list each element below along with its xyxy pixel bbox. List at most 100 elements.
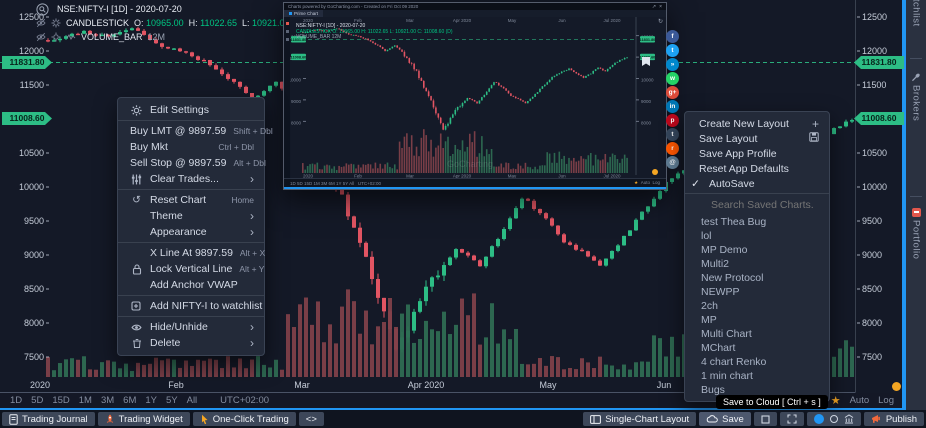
timeframe-15d[interactable]: 15D — [52, 395, 69, 406]
single-chart-layout-button[interactable]: Single-Chart Layout — [583, 412, 696, 426]
preview-window-tabbar: Prime Chart — [284, 10, 666, 17]
square-icon — [761, 415, 770, 424]
telegram-share-icon[interactable]: » — [666, 58, 679, 71]
menu-item-buy-lmt[interactable]: Buy LMT @ 9897.59 Shift + Dbl — [118, 123, 264, 139]
timeframe-1m[interactable]: 1M — [79, 395, 92, 406]
camera-icon[interactable] — [814, 414, 824, 424]
svg-text:Mar: Mar — [294, 380, 310, 390]
volume-settings-gear-icon[interactable] — [51, 32, 61, 42]
save-button[interactable]: Save — [699, 412, 751, 426]
publish-button[interactable]: Publish — [864, 412, 924, 426]
preview-left-toolbar — [284, 17, 290, 189]
reddit-share-icon[interactable]: r — [666, 142, 679, 155]
sidebar-tab-watchlist[interactable]: Watchlist — [906, 0, 926, 27]
timeframe-5y[interactable]: 5Y — [166, 395, 178, 406]
saved-chart-item[interactable]: MChart — [685, 341, 829, 355]
googleplus-share-icon[interactable]: g+ — [666, 86, 679, 99]
menu-item-add-anchor-vwap[interactable]: Add Anchor VWAP — [118, 277, 264, 293]
menu-item-sell-stop[interactable]: Sell Stop @ 9897.59 Alt + Dbl — [118, 155, 264, 171]
saved-charts-search[interactable] — [685, 197, 829, 213]
menu-item-save-app-profile[interactable]: Save App Profile — [685, 146, 829, 161]
favorite-star-icon[interactable]: ★ — [831, 394, 841, 407]
svg-text:7500: 7500 — [862, 352, 882, 362]
journal-icon — [9, 414, 18, 425]
trading-journal-button[interactable]: Trading Journal — [2, 412, 95, 426]
target-icon[interactable] — [830, 415, 838, 423]
symbol-search-icon[interactable] — [36, 3, 49, 16]
svg-text:Mar: Mar — [406, 18, 414, 23]
sidebar-tab-portfolio[interactable]: Portfolio — [906, 208, 926, 259]
code-button[interactable]: <> — [299, 412, 324, 426]
menu-item-edit-settings[interactable]: Edit Settings — [118, 102, 264, 118]
saved-chart-item[interactable]: MP Demo — [685, 243, 829, 257]
window-expand-icon[interactable]: ↗ — [652, 4, 656, 10]
saved-chart-item[interactable]: Multi2 — [685, 257, 829, 271]
menu-item-lock-vertical-line[interactable]: Lock Vertical Line Alt + Y — [118, 261, 264, 277]
pinterest-share-icon[interactable]: p — [666, 114, 679, 127]
svg-text:Apr 2020: Apr 2020 — [408, 380, 445, 390]
series-settings-gear-icon[interactable] — [51, 18, 61, 28]
email-share-icon[interactable]: @ — [666, 156, 679, 169]
menu-item-reset-chart[interactable]: ↺ Reset Chart Home — [118, 192, 264, 208]
menu-item-clear-trades[interactable]: Clear Trades... › — [118, 171, 264, 187]
menu-item-hide-unhide[interactable]: Hide/Unhide › — [118, 319, 264, 335]
saved-chart-item[interactable]: NEWPP — [685, 285, 829, 299]
timezone-label[interactable]: UTC+02:00 — [220, 395, 269, 406]
menu-item-add-to-watchlist[interactable]: Add NIFTY-I to watchlist — [118, 298, 264, 314]
facebook-share-icon[interactable]: f — [666, 30, 679, 43]
menu-item-reset-app-defaults[interactable]: Reset App Defaults — [685, 161, 829, 176]
whatsapp-share-icon[interactable]: w — [666, 72, 679, 85]
menu-item-x-line[interactable]: X Line At 9897.59 Alt + X — [118, 245, 264, 261]
preview-window-tab[interactable]: Prime Chart — [284, 10, 323, 17]
timeframe-all[interactable]: All — [187, 395, 198, 406]
svg-text:10000: 10000 — [641, 78, 654, 83]
timeframe-3m[interactable]: 3M — [101, 395, 114, 406]
one-click-trading-button[interactable]: One-Click Trading — [193, 412, 296, 426]
bank-icon[interactable] — [844, 414, 854, 424]
saved-chart-item[interactable]: Multi Chart — [685, 327, 829, 341]
log-scale-toggle[interactable]: Log — [878, 395, 894, 406]
volume-series-name: VOLUME_BAR — [81, 32, 143, 42]
menu-item-delete[interactable]: Delete › — [118, 335, 264, 351]
saved-chart-item[interactable]: MP — [685, 313, 829, 327]
tumblr-share-icon[interactable]: t — [666, 128, 679, 141]
menu-item-save-layout[interactable]: Save Layout — [685, 131, 829, 146]
saved-chart-item[interactable]: 4 chart Renko — [685, 355, 829, 369]
sidebar-divider — [910, 58, 922, 59]
timeframe-1d[interactable]: 1D — [10, 395, 22, 406]
hide-volume-icon[interactable] — [36, 32, 46, 42]
saved-chart-item[interactable]: lol — [685, 229, 829, 243]
timeframe-1y[interactable]: 1Y — [145, 395, 157, 406]
saved-chart-item[interactable]: 2ch — [685, 299, 829, 313]
timeframe-5d[interactable]: 5D — [31, 395, 43, 406]
search-saved-charts-input[interactable] — [709, 198, 819, 212]
preview-chart-body[interactable]: 1200012000110001100010000100009000900080… — [284, 17, 666, 189]
saved-chart-item[interactable]: 1 min chart — [685, 369, 829, 383]
menu-divider — [118, 316, 264, 317]
submenu-arrow-icon: › — [250, 209, 254, 223]
fullscreen-button[interactable] — [780, 412, 804, 426]
saved-chart-item[interactable]: test Thea Bug — [685, 215, 829, 229]
sidebar-tab-brokers[interactable]: Brokers — [906, 72, 926, 121]
linkedin-share-icon[interactable]: in — [666, 100, 679, 113]
hide-series-icon[interactable] — [36, 18, 46, 28]
timeframe-6m[interactable]: 6M — [123, 395, 136, 406]
svg-text:10000: 10000 — [19, 182, 44, 192]
rocket-icon — [105, 414, 115, 425]
portfolio-icon — [912, 208, 921, 217]
high-value: 11022.65 — [200, 18, 237, 28]
twitter-share-icon[interactable]: t — [666, 44, 679, 57]
auto-scale-toggle[interactable]: Auto — [850, 395, 870, 406]
menu-item-autosave[interactable]: ✓ AutoSave — [685, 176, 829, 191]
menu-item-theme[interactable]: Theme › — [118, 208, 264, 224]
saved-chart-item[interactable]: New Protocol — [685, 271, 829, 285]
menu-item-create-new-layout[interactable]: Create New Layout + — [685, 116, 829, 131]
menu-divider — [118, 295, 264, 296]
square-tool-button[interactable] — [754, 412, 777, 426]
menu-item-buy-mkt[interactable]: Buy Mkt Ctrl + Dbl — [118, 139, 264, 155]
chart-preview-window[interactable]: Charts powered by GoCharting.com - Creat… — [283, 2, 667, 190]
menu-item-appearance[interactable]: Appearance › — [118, 224, 264, 240]
trading-widget-button[interactable]: Trading Widget — [98, 412, 190, 426]
refresh-icon[interactable]: ↻ — [658, 18, 663, 25]
window-close-icon[interactable]: × — [659, 4, 662, 10]
